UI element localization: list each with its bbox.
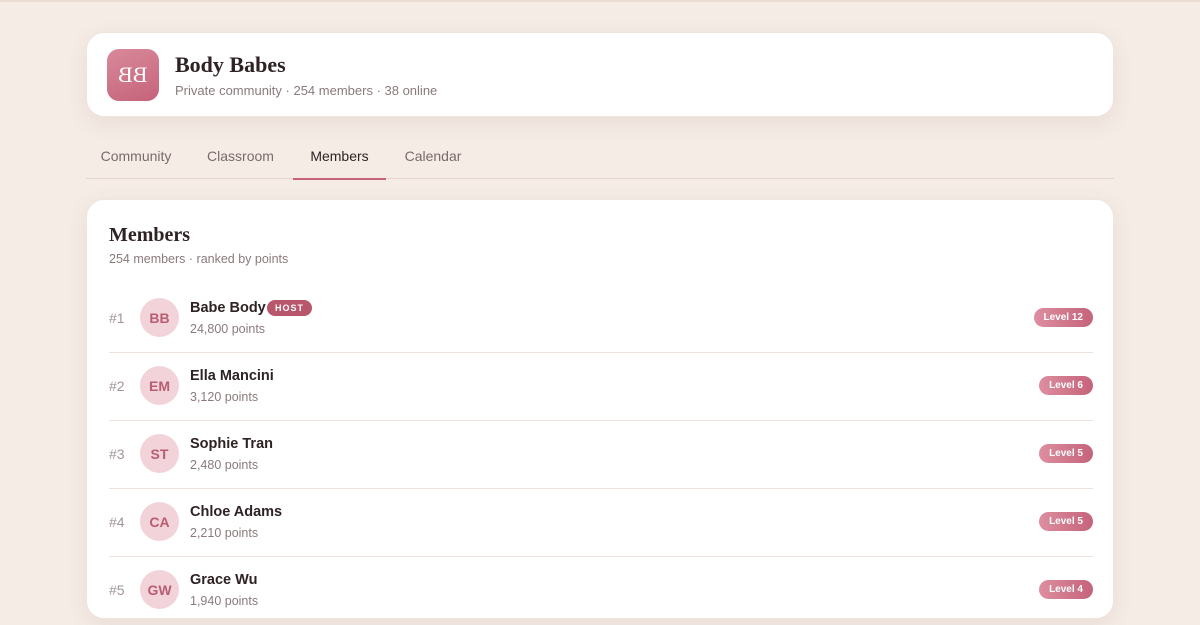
member-list: #1 BB Babe Body HOST 24,800 points Level… xyxy=(109,285,1093,625)
level-badge: Level 6 xyxy=(1039,376,1093,395)
member-row[interactable]: #1 BB Babe Body HOST 24,800 points Level… xyxy=(109,285,1093,353)
level-badge: Level 5 xyxy=(1039,444,1093,463)
avatar[interactable]: GW xyxy=(140,570,179,609)
tab-members[interactable]: Members xyxy=(293,136,386,180)
top-divider xyxy=(0,0,1200,2)
member-name[interactable]: Ella Mancini xyxy=(190,368,274,384)
avatar[interactable]: ST xyxy=(140,434,179,473)
level-badge: Level 4 xyxy=(1039,580,1093,599)
tab-bar: Community Classroom Members Calendar xyxy=(86,136,1114,180)
community-header: BB Body Babes Private community · 254 me… xyxy=(86,32,1114,117)
tab-calendar[interactable]: Calendar xyxy=(394,136,472,179)
community-logo[interactable]: BB xyxy=(107,49,159,101)
avatar[interactable]: CA xyxy=(140,502,179,541)
section-subtitle: 254 members · ranked by points xyxy=(109,252,289,266)
level-badge: Level 5 xyxy=(1039,512,1093,531)
avatar[interactable]: EM xyxy=(140,366,179,405)
member-row[interactable]: #4 CA Chloe Adams 2,210 points Level 5 xyxy=(109,489,1093,557)
member-row[interactable]: #2 EM Ella Mancini 3,120 points Level 6 xyxy=(109,353,1093,421)
community-name: Body Babes xyxy=(175,52,286,77)
member-name[interactable]: Sophie Tran xyxy=(190,436,273,452)
member-points: 24,800 points xyxy=(190,322,266,336)
tab-community[interactable]: Community xyxy=(86,136,186,179)
member-row[interactable]: #3 ST Sophie Tran 2,480 points Level 5 xyxy=(109,421,1093,489)
tab-classroom[interactable]: Classroom xyxy=(196,136,285,179)
member-rank: #3 xyxy=(109,446,125,462)
member-points: 3,120 points xyxy=(190,390,259,404)
member-points: 2,480 points xyxy=(190,458,259,472)
member-name[interactable]: Grace Wu xyxy=(190,572,257,588)
member-rank: #4 xyxy=(109,514,125,530)
community-meta: Private community · 254 members · 38 onl… xyxy=(175,83,438,98)
member-points: 2,210 points xyxy=(190,526,259,540)
level-badge: Level 12 xyxy=(1033,308,1093,327)
section-title: Members xyxy=(109,224,191,246)
member-rank: #1 xyxy=(109,310,125,326)
member-row[interactable]: #5 GW Grace Wu 1,940 points Level 4 xyxy=(109,557,1093,625)
member-name[interactable]: Babe Body xyxy=(190,300,266,316)
members-panel: Members 254 members · ranked by points #… xyxy=(86,199,1114,625)
logo-text: BB xyxy=(118,62,148,87)
member-points: 1,940 points xyxy=(190,594,259,608)
avatar[interactable]: BB xyxy=(140,298,179,337)
host-badge: HOST xyxy=(267,300,313,316)
member-rank: #2 xyxy=(109,378,125,394)
member-rank: #5 xyxy=(109,582,125,598)
member-name[interactable]: Chloe Adams xyxy=(190,504,282,520)
